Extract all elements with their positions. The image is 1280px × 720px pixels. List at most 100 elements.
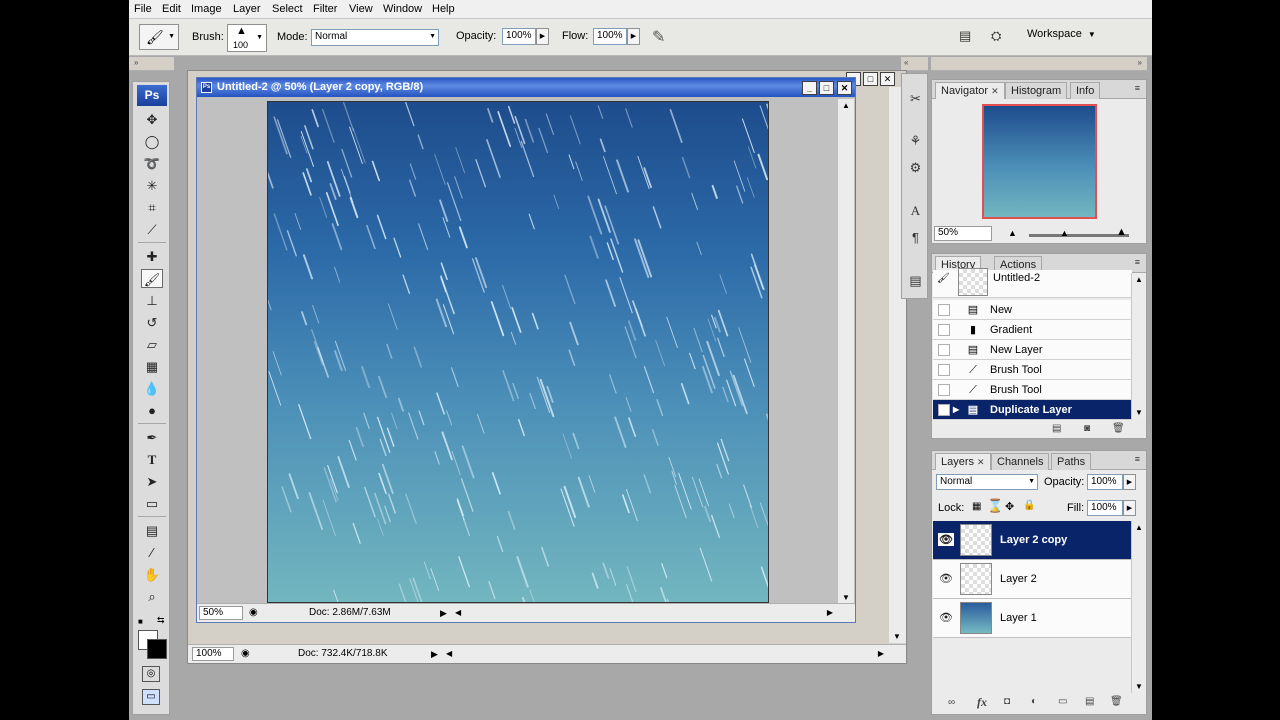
lock-position-icon[interactable]: ✥	[1005, 500, 1014, 513]
notes-tool-icon[interactable]: ▤	[141, 521, 163, 540]
close-button[interactable]: ✕	[880, 72, 895, 86]
swap-colors-icon[interactable]: ⇆	[157, 615, 165, 626]
gradient-tool-icon[interactable]: ▦	[141, 357, 163, 376]
trash-icon[interactable]: 🗑	[1112, 423, 1125, 434]
hand-tool-icon[interactable]: ✋	[141, 565, 163, 584]
scroll-right-icon[interactable]: ▶	[827, 608, 833, 617]
layer-row[interactable]: 👁 Layer 1	[933, 599, 1131, 638]
tab-navigator[interactable]: Navigator ✕	[935, 82, 1005, 99]
status-arrow-icon[interactable]: ▶	[440, 608, 447, 619]
lock-pixels-icon[interactable]: ⌛	[987, 498, 1003, 514]
new-document-from-state-icon[interactable]: ▤	[1052, 423, 1061, 434]
zoom-out-icon[interactable]: ▲	[1008, 228, 1017, 238]
close-button[interactable]: ✕	[837, 81, 852, 95]
layers-scrollbar[interactable]: ▲ ▼	[1131, 521, 1145, 693]
maximize-button[interactable]: □	[819, 81, 834, 95]
scroll-down-icon[interactable]: ▼	[842, 593, 850, 602]
lock-transparency-icon[interactable]: ▦	[972, 501, 981, 512]
layer-style-icon[interactable]: fx	[977, 695, 987, 710]
history-state-checkbox[interactable]	[938, 324, 950, 336]
fill-input[interactable]: 100%	[1087, 500, 1123, 516]
rectangle-tool-icon[interactable]: ▭	[141, 494, 163, 513]
layer-row[interactable]: 👁 Layer 2	[933, 560, 1131, 599]
history-state-checkbox[interactable]	[938, 304, 950, 316]
brush-tool-icon[interactable]: 🖌	[141, 269, 163, 288]
tab-histogram[interactable]: Histogram	[1005, 82, 1068, 99]
layer-row[interactable]: 👁 Layer 2 copy	[933, 521, 1131, 560]
scroll-up-icon[interactable]: ▲	[842, 101, 850, 110]
menu-view[interactable]: View	[349, 3, 373, 15]
zoom-in-icon[interactable]: ▲	[1116, 226, 1127, 238]
opacity-slider-button[interactable]: ▶	[536, 28, 549, 45]
history-state[interactable]: ▤ New	[933, 300, 1132, 320]
palette-well-icon[interactable]: ▤	[959, 28, 971, 44]
history-state[interactable]: ▤ New Layer	[933, 340, 1132, 360]
marquee-tool-icon[interactable]: ◯	[141, 132, 163, 151]
screen-mode-icon[interactable]: ▭	[142, 689, 160, 705]
scroll-right-icon[interactable]: ▶	[878, 649, 884, 658]
new-group-icon[interactable]: ▭	[1058, 696, 1067, 707]
new-snapshot-icon[interactable]: ◙	[1084, 423, 1090, 434]
visibility-eye-icon[interactable]: 👁	[938, 572, 954, 585]
path-selection-tool-icon[interactable]: ➤	[141, 472, 163, 491]
history-state[interactable]: ▤ Duplicate Layer ▶	[933, 400, 1132, 420]
zoom-tool-icon[interactable]: ⌕	[141, 587, 163, 606]
brushes-icon[interactable]: ⚘	[905, 130, 926, 151]
history-state-checkbox[interactable]	[938, 344, 950, 356]
lock-all-icon[interactable]: 🔒	[1023, 500, 1035, 511]
dodge-tool-icon[interactable]: ●	[141, 401, 163, 420]
zoom-slider[interactable]	[1029, 234, 1129, 237]
eraser-tool-icon[interactable]: ▱	[141, 335, 163, 354]
status-menu-icon[interactable]: ◉	[249, 607, 258, 618]
workspace-button[interactable]: Workspace ▼	[1027, 28, 1096, 45]
document-vscroll[interactable]: ▲ ▼	[837, 99, 854, 604]
type-tool-icon[interactable]: T	[141, 450, 163, 469]
menu-layer[interactable]: Layer	[233, 3, 261, 15]
brush-preset-picker[interactable]: ▲ 100 ▼	[227, 24, 267, 52]
scroll-down-icon[interactable]: ▼	[893, 632, 901, 641]
tab-paths[interactable]: Paths	[1051, 453, 1092, 470]
paragraph-icon[interactable]: ¶	[905, 227, 926, 248]
tab-layers[interactable]: Layers ✕	[935, 453, 991, 470]
history-state[interactable]: ▮ Gradient	[933, 320, 1132, 340]
menu-select[interactable]: Select	[272, 3, 303, 15]
panel-menu-icon[interactable]: ≡	[1135, 257, 1140, 267]
menu-help[interactable]: Help	[432, 3, 455, 15]
navigator-thumbnail[interactable]	[982, 104, 1097, 219]
history-state[interactable]: ⟋ Brush Tool	[933, 380, 1132, 400]
scroll-left-icon[interactable]: ◀	[446, 649, 452, 658]
status-arrow-icon[interactable]: ▶	[431, 649, 438, 660]
link-layers-icon[interactable]: ∞	[948, 697, 955, 708]
maximize-button[interactable]: □	[863, 72, 878, 86]
icon-strip-header[interactable]: «	[901, 57, 928, 71]
history-state-marker-icon[interactable]: ▶	[953, 405, 959, 414]
flow-input[interactable]: 100%	[593, 28, 627, 45]
menu-image[interactable]: Image	[191, 3, 222, 15]
scroll-left-icon[interactable]: ◀	[455, 608, 461, 617]
zoom-field[interactable]: 100%	[192, 647, 234, 661]
lasso-tool-icon[interactable]: ➰	[141, 154, 163, 173]
menu-edit[interactable]: Edit	[162, 3, 181, 15]
history-state-checkbox[interactable]	[938, 364, 950, 376]
mode-select[interactable]: Normal ▼	[311, 29, 439, 46]
history-scrollbar[interactable]: ▲ ▼	[1131, 273, 1145, 419]
navigator-zoom-field[interactable]: 50%	[934, 226, 992, 241]
menu-filter[interactable]: Filter	[313, 3, 337, 15]
opacity-input[interactable]: 100%	[502, 28, 536, 45]
visibility-eye-icon[interactable]: 👁	[938, 533, 954, 546]
trash-icon[interactable]: 🗑	[1110, 696, 1123, 707]
scroll-down-icon[interactable]: ▼	[1135, 682, 1143, 691]
history-brush-tool-icon[interactable]: ↺	[141, 313, 163, 332]
ps-logo[interactable]: Ps	[137, 85, 167, 106]
clone-stamp-tool-icon[interactable]: ⊥	[141, 291, 163, 310]
bridge-icon[interactable]: ⛭	[991, 28, 1001, 44]
layer-opacity-input[interactable]: 100%	[1087, 474, 1123, 490]
visibility-eye-icon[interactable]: 👁	[938, 611, 954, 624]
history-state[interactable]: ⟋ Brush Tool	[933, 360, 1132, 380]
history-state-checkbox[interactable]	[938, 384, 950, 396]
crop-tool-icon[interactable]: ⌗	[141, 198, 163, 217]
blend-mode-select[interactable]: Normal ▼	[936, 474, 1038, 490]
zoom-slider-thumb[interactable]: ▲	[1060, 228, 1069, 238]
quick-mask-icon[interactable]: ◎	[142, 666, 160, 682]
layer-opacity-slider-button[interactable]: ▶	[1123, 474, 1136, 490]
